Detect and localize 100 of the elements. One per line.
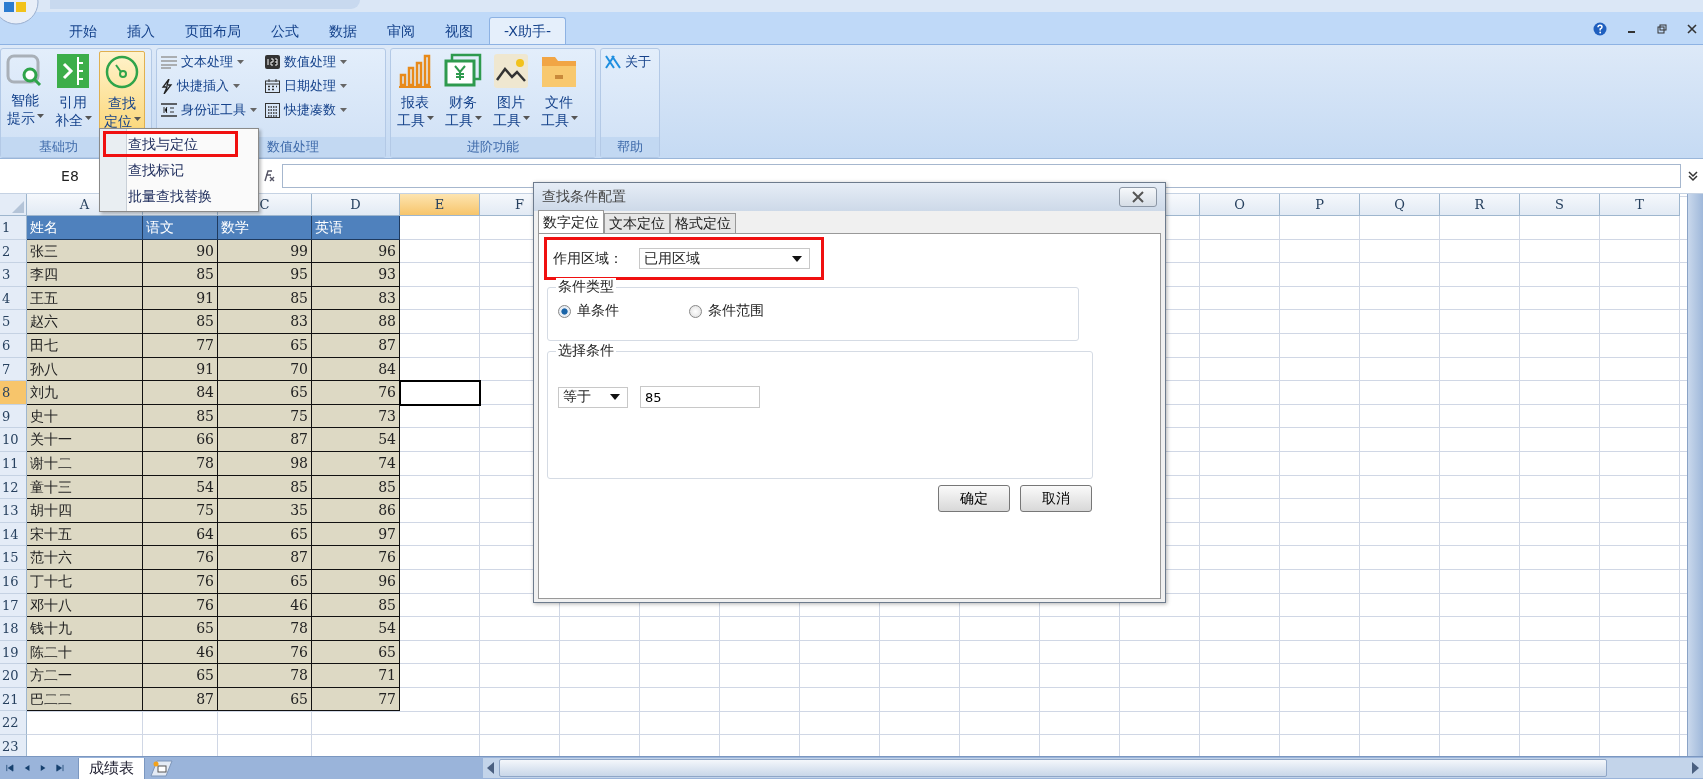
last-sheet-icon[interactable] xyxy=(56,763,64,773)
ribbon-button[interactable]: 快捷插入 xyxy=(159,75,259,97)
ribbon-button[interactable]: 身份证工具 xyxy=(159,99,259,121)
function-icon[interactable] xyxy=(262,169,276,183)
dialog-button[interactable]: 取消 xyxy=(1020,485,1092,512)
ribbon-tab[interactable]: 开始 xyxy=(55,18,111,44)
radio-button[interactable] xyxy=(558,304,571,318)
row-header[interactable]: 23 xyxy=(0,735,27,756)
table-cell: 邓十八 xyxy=(27,593,143,618)
row-header[interactable]: 8 xyxy=(0,381,27,405)
table-cell: 46 xyxy=(218,593,312,618)
ribbon-button[interactable]: 日期处理 xyxy=(263,75,349,97)
ribbon-tab[interactable]: 视图 xyxy=(431,18,487,44)
restore-icon[interactable] xyxy=(1657,24,1667,34)
header-cell: 英语 xyxy=(312,216,400,240)
dialog-tab[interactable]: 文本定位 xyxy=(604,213,670,233)
value-field[interactable]: 85 xyxy=(640,386,760,408)
row-header[interactable]: 9 xyxy=(0,404,27,429)
help-icon[interactable] xyxy=(1593,22,1607,36)
column-header[interactable]: R xyxy=(1440,194,1520,216)
row-header[interactable]: 1 xyxy=(0,216,27,240)
table-cell: 83 xyxy=(218,310,312,334)
previous-sheet-icon[interactable] xyxy=(23,763,30,773)
ribbon-button[interactable]: 报表 工具 xyxy=(393,51,437,131)
row-header[interactable]: 13 xyxy=(0,499,27,523)
bar-chart-icon xyxy=(397,53,433,89)
row-header[interactable]: 16 xyxy=(0,569,27,594)
row-header[interactable]: 19 xyxy=(0,640,27,665)
column-header[interactable]: P xyxy=(1280,194,1360,216)
table-cell: 巴二二 xyxy=(27,687,143,712)
ribbon-button[interactable]: 文件 工具 xyxy=(537,51,581,131)
ribbon-tab[interactable]: -X助手- xyxy=(489,17,566,44)
dialog-tab[interactable]: 格式定位 xyxy=(670,213,736,233)
table-cell: 76 xyxy=(143,546,218,570)
row-header[interactable]: 3 xyxy=(0,263,27,287)
row-header[interactable]: 2 xyxy=(0,239,27,264)
close-icon[interactable] xyxy=(1687,24,1697,34)
row-header[interactable]: 15 xyxy=(0,546,27,570)
sheet-tab[interactable]: 成绩表 xyxy=(78,757,145,779)
table-cell: 76 xyxy=(218,640,312,665)
scroll-thumb[interactable] xyxy=(499,759,1607,777)
column-header[interactable]: D xyxy=(312,194,400,216)
ribbon-button[interactable]: 智能 提示 xyxy=(3,51,47,129)
row-header[interactable]: 22 xyxy=(0,711,27,736)
row-header[interactable]: 4 xyxy=(0,286,27,311)
horizontal-scrollbar[interactable] xyxy=(483,758,1703,778)
abacus-icon xyxy=(265,102,280,118)
table-cell: 83 xyxy=(312,286,400,311)
table-cell: 78 xyxy=(143,451,218,476)
row-header[interactable]: 7 xyxy=(0,357,27,382)
menu-item[interactable]: 查找标记 xyxy=(100,157,258,183)
row-header[interactable]: 10 xyxy=(0,428,27,452)
table-cell: 李四 xyxy=(27,263,143,287)
next-sheet-icon[interactable] xyxy=(40,763,47,773)
row-header[interactable]: 6 xyxy=(0,333,27,358)
close-button[interactable] xyxy=(1119,187,1157,207)
area-dropdown[interactable]: 已用区域 xyxy=(639,248,810,269)
dialog-tab[interactable]: 数字定位 xyxy=(538,210,604,233)
ribbon-button[interactable]: 数值处理 xyxy=(263,51,349,73)
row-header[interactable]: 5 xyxy=(0,310,27,334)
column-header[interactable]: S xyxy=(1520,194,1600,216)
ribbon-button[interactable]: 快捷凑数 xyxy=(263,99,349,121)
ribbon-button[interactable]: 关于 xyxy=(603,51,653,73)
row-header[interactable]: 20 xyxy=(0,664,27,688)
operator-dropdown[interactable]: 等于 xyxy=(558,386,628,408)
scroll-left-icon[interactable] xyxy=(487,762,495,774)
table-cell: 35 xyxy=(218,499,312,523)
ribbon-button[interactable]: 文本处理 xyxy=(159,51,259,73)
column-header[interactable]: O xyxy=(1200,194,1280,216)
caret-icon xyxy=(474,116,482,120)
row-header[interactable]: 17 xyxy=(0,593,27,618)
ribbon-tab[interactable]: 公式 xyxy=(257,18,313,44)
table-cell: 78 xyxy=(218,664,312,688)
radio-option[interactable]: 单条件 xyxy=(558,302,619,320)
ribbon-tab[interactable]: 插入 xyxy=(113,18,169,44)
row-header[interactable]: 14 xyxy=(0,522,27,547)
ribbon-button[interactable]: 引用 补全 xyxy=(51,51,95,131)
row-header[interactable]: 18 xyxy=(0,617,27,641)
table-cell: 85 xyxy=(312,593,400,618)
scroll-right-icon[interactable] xyxy=(1691,762,1699,774)
row-header[interactable]: 12 xyxy=(0,475,27,500)
column-header[interactable]: E xyxy=(400,194,480,216)
new-sheet-icon[interactable] xyxy=(147,759,173,777)
active-cell[interactable] xyxy=(399,380,481,406)
column-header[interactable]: Q xyxy=(1360,194,1440,216)
first-sheet-icon[interactable] xyxy=(6,763,14,773)
row-header[interactable]: 11 xyxy=(0,451,27,476)
ribbon-tab[interactable]: 页面布局 xyxy=(171,18,255,44)
ribbon-button[interactable]: 财务 工具 xyxy=(441,51,485,131)
expand-icon[interactable] xyxy=(1687,170,1699,182)
radio-option[interactable]: 条件范围 xyxy=(689,302,764,320)
ribbon-tab[interactable]: 数据 xyxy=(315,18,371,44)
column-header[interactable]: T xyxy=(1600,194,1680,216)
ribbon-button[interactable]: 图片 工具 xyxy=(489,51,533,131)
dialog-button[interactable]: 确定 xyxy=(938,485,1010,512)
ribbon-tab[interactable]: 审阅 xyxy=(373,18,429,44)
table-cell: 65 xyxy=(143,617,218,641)
radio-button[interactable] xyxy=(689,304,702,318)
row-header[interactable]: 21 xyxy=(0,687,27,712)
vertical-scrollbar[interactable] xyxy=(1687,194,1703,756)
